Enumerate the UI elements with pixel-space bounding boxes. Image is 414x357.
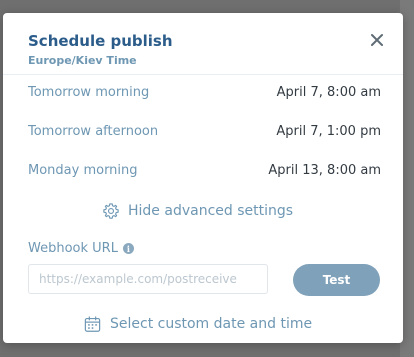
header-divider [3,74,403,75]
timezone-label: Europe/Kiev Time [28,54,137,67]
option-tomorrow-morning[interactable]: Tomorrow morning April 7, 8:00 am [28,85,381,107]
advanced-settings-label: Hide advanced settings [128,203,294,219]
test-webhook-button[interactable]: Test [293,264,380,296]
webhook-url-input[interactable] [28,264,268,294]
webhook-label: Webhook URL [28,241,118,256]
modal-title: Schedule publish [28,32,173,50]
option-value: April 7, 8:00 am [276,85,381,100]
close-icon [371,34,383,46]
calendar-icon [84,315,101,332]
option-label: Tomorrow morning [28,85,150,100]
toggle-advanced-settings[interactable]: Hide advanced settings [102,200,293,222]
option-tomorrow-afternoon[interactable]: Tomorrow afternoon April 7, 1:00 pm [28,124,381,146]
option-label: Monday morning [28,163,138,178]
custom-date-label: Select custom date and time [110,316,313,332]
option-label: Tomorrow afternoon [28,124,159,139]
info-icon[interactable]: i [122,243,134,254]
option-monday-morning[interactable]: Monday morning April 13, 8:00 am [28,163,381,185]
option-value: April 7, 1:00 pm [276,124,381,139]
option-value: April 13, 8:00 am [268,163,381,178]
gear-icon [103,203,119,219]
webhook-label-group: Webhook URL i [28,241,134,256]
schedule-publish-modal: Schedule publish Europe/Kiev Time Tomorr… [3,13,403,343]
select-custom-date-button[interactable]: Select custom date and time [83,313,312,335]
close-button[interactable] [368,31,386,49]
